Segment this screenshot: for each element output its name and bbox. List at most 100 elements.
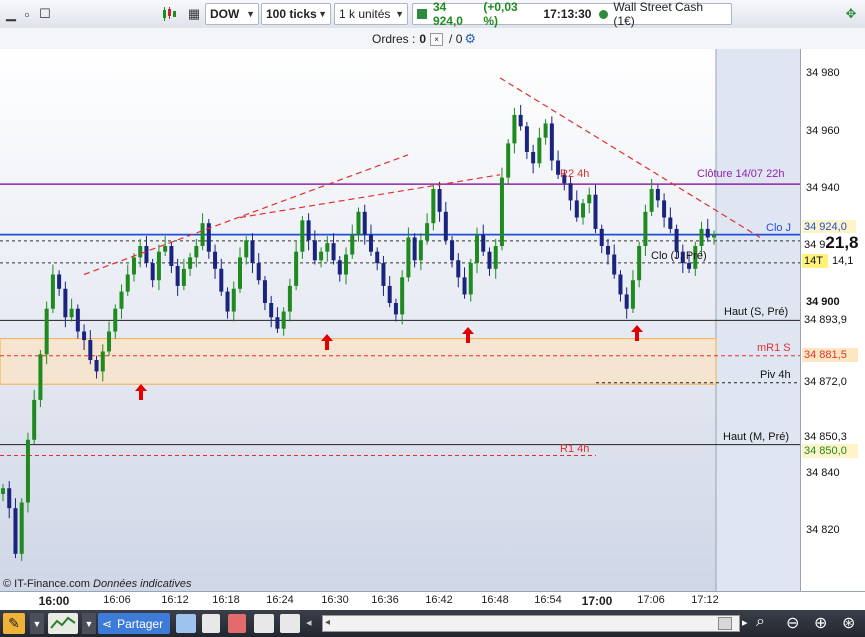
maximize-icon[interactable]: ☐ bbox=[36, 5, 54, 23]
haut-s-pre-label: Haut (S, Pré) bbox=[724, 306, 789, 318]
alert-icon[interactable] bbox=[228, 614, 246, 633]
mr1-s-price-box: 34 881,5 bbox=[802, 348, 858, 362]
orders-strip: Ordres : 0 × / 0 ⚙ bbox=[0, 28, 865, 50]
x-tick: 16:54 bbox=[534, 594, 562, 606]
candle-body bbox=[350, 234, 355, 255]
list-icon[interactable] bbox=[202, 614, 220, 633]
candle-body bbox=[113, 308, 118, 332]
candle-body bbox=[306, 220, 311, 241]
candle-body bbox=[537, 137, 542, 164]
candle-body bbox=[524, 126, 529, 152]
candle-body bbox=[381, 263, 386, 286]
x-tick: 16:18 bbox=[212, 594, 240, 606]
candle-body bbox=[425, 223, 430, 241]
candle-body bbox=[138, 246, 143, 258]
gear-icon[interactable]: ⚙ bbox=[464, 31, 476, 47]
candle-body bbox=[574, 200, 579, 218]
candle-body bbox=[69, 308, 74, 318]
candle-body bbox=[668, 217, 673, 229]
haut-m-pre-label: Haut (M, Pré) bbox=[723, 431, 790, 443]
draw-tool-icon[interactable]: ✎ bbox=[3, 613, 25, 634]
scroll-thumb[interactable] bbox=[718, 617, 732, 630]
last-price: 34 924,0 bbox=[432, 0, 463, 28]
export-icon[interactable] bbox=[176, 614, 196, 633]
price-change: (+0,03 %) bbox=[483, 0, 518, 28]
candle-body bbox=[231, 288, 236, 312]
buy-arrow-icon bbox=[321, 334, 333, 350]
zoom-settings-icon[interactable]: ⊛ bbox=[842, 613, 864, 634]
candle-body bbox=[250, 240, 255, 264]
candle-body bbox=[481, 234, 486, 252]
candle-body bbox=[294, 251, 299, 286]
quote-time: 17:13:30 bbox=[543, 7, 592, 21]
units-label: 1 k unités bbox=[339, 7, 391, 21]
share-icon: ⋖ bbox=[102, 616, 113, 631]
candle-body bbox=[344, 254, 349, 275]
candle-body bbox=[618, 274, 623, 295]
candle-body bbox=[605, 246, 610, 255]
share-button[interactable]: ⋖ Partager bbox=[98, 613, 170, 634]
candle-body bbox=[262, 280, 267, 303]
close-orders-icon[interactable]: × bbox=[430, 32, 444, 46]
candle-body bbox=[475, 234, 479, 264]
zoom-out-icon[interactable]: ⊖ bbox=[786, 613, 808, 634]
window-icon[interactable] bbox=[254, 614, 274, 633]
chevron-down-icon: ▼ bbox=[395, 9, 404, 19]
candle-body bbox=[88, 340, 93, 360]
candle-body bbox=[400, 277, 405, 315]
scroll-right-icon[interactable]: ▸ bbox=[742, 616, 748, 629]
interval-select[interactable]: 100 ticks ▼ bbox=[261, 3, 331, 25]
candle-body bbox=[163, 246, 168, 252]
candle-body bbox=[387, 285, 392, 303]
zoom-in-icon[interactable]: ⊕ bbox=[814, 613, 836, 634]
candle-body bbox=[637, 246, 642, 281]
zoom-fit-icon[interactable]: ⌕ bbox=[756, 613, 778, 634]
x-tick: 16:36 bbox=[371, 594, 399, 606]
candle-body bbox=[412, 237, 417, 261]
mr1-s-label: mR1 S bbox=[757, 342, 791, 354]
candle-body bbox=[450, 240, 455, 261]
candle-body bbox=[57, 274, 62, 289]
pin-icon[interactable]: ✥ bbox=[842, 5, 860, 23]
cloture-label: Clôture 14/07 22h bbox=[697, 168, 785, 180]
candle-body bbox=[50, 274, 55, 309]
candle-body bbox=[219, 268, 224, 292]
horizontal-scrollbar[interactable]: ◂ bbox=[322, 615, 740, 632]
chevron-down-icon[interactable]: ▼ bbox=[30, 613, 44, 634]
candle-body bbox=[82, 331, 87, 341]
candle-body bbox=[499, 177, 504, 246]
y-tick: 34 820 bbox=[806, 524, 840, 536]
candle-body bbox=[150, 263, 155, 281]
scroll-left-arrow-icon[interactable]: ◂ bbox=[325, 617, 330, 628]
candle-body bbox=[275, 317, 280, 329]
r1-4h-label: R1 4h bbox=[560, 443, 590, 455]
candle-body bbox=[443, 211, 448, 241]
candle-body bbox=[549, 123, 554, 161]
candle-body bbox=[368, 234, 373, 252]
y-tick: 34 840 bbox=[806, 467, 840, 479]
instrument-label: DOW bbox=[210, 7, 240, 21]
candlestick-icon[interactable] bbox=[160, 5, 178, 23]
layout-icon[interactable] bbox=[280, 614, 300, 633]
indicators-icon[interactable] bbox=[48, 613, 78, 634]
chevron-down-icon[interactable]: ▼ bbox=[82, 613, 96, 634]
x-tick: 17:12 bbox=[691, 594, 719, 606]
buy-arrow-icon bbox=[135, 384, 147, 400]
candle-body bbox=[156, 251, 161, 281]
chart-window-icon[interactable]: ▦ bbox=[185, 5, 203, 23]
candle-body bbox=[568, 183, 573, 201]
candle-body bbox=[188, 257, 193, 269]
tick-timer-box: 14T bbox=[802, 254, 828, 268]
chevron-down-icon: ▼ bbox=[318, 9, 327, 19]
candle-body bbox=[119, 291, 124, 309]
restore-icon[interactable]: ▫ bbox=[18, 5, 36, 23]
candle-body bbox=[437, 189, 442, 212]
units-select[interactable]: 1 k unités ▼ bbox=[334, 3, 408, 25]
candle-body bbox=[487, 251, 492, 269]
candle-body bbox=[662, 200, 667, 218]
scroll-left-icon[interactable]: ◂ bbox=[306, 616, 320, 631]
candle-body bbox=[705, 228, 710, 238]
instrument-select[interactable]: DOW ▼ bbox=[205, 3, 259, 25]
product-name: Wall Street Cash (1€) bbox=[613, 0, 704, 28]
price-chart[interactable] bbox=[0, 49, 800, 591]
